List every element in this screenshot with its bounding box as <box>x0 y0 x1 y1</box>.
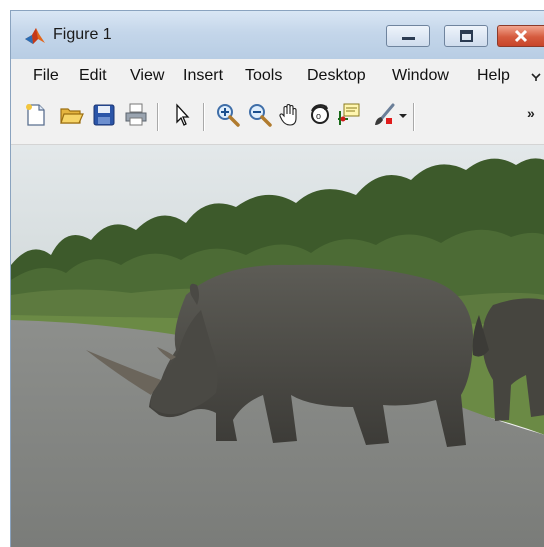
zoom-in-icon[interactable] <box>215 102 241 128</box>
open-file-icon[interactable] <box>59 102 85 128</box>
rotate-3d-icon[interactable]: o <box>307 102 333 128</box>
toolbar-separator <box>203 103 205 131</box>
figure-canvas <box>11 145 544 547</box>
menu-tools[interactable]: Tools <box>245 67 282 85</box>
matlab-icon <box>25 28 45 44</box>
brush-icon[interactable] <box>371 102 397 128</box>
close-button[interactable] <box>497 25 544 47</box>
menu-view[interactable]: View <box>130 67 164 85</box>
new-figure-icon[interactable] <box>23 102 49 128</box>
maximize-button[interactable] <box>444 25 488 47</box>
data-cursor-icon[interactable] <box>337 102 363 128</box>
menu-window[interactable]: Window <box>392 67 449 85</box>
menu-insert[interactable]: Insert <box>183 67 223 85</box>
pan-hand-icon[interactable] <box>277 102 303 128</box>
maximize-icon <box>460 30 473 42</box>
dropdown-arrow-icon[interactable] <box>397 102 409 128</box>
toolbar-overflow-icon[interactable]: » <box>527 105 535 121</box>
chevron-overflow-icon[interactable] <box>531 72 541 82</box>
menu-desktop[interactable]: Desktop <box>307 67 366 85</box>
window-title: Figure 1 <box>53 26 112 43</box>
select-arrow-icon[interactable] <box>169 102 195 128</box>
minimize-icon <box>402 37 415 40</box>
print-icon[interactable] <box>123 102 149 128</box>
save-icon[interactable] <box>91 102 117 128</box>
menu-help[interactable]: Help <box>477 67 510 85</box>
menu-edit[interactable]: Edit <box>79 67 107 85</box>
minimize-button[interactable] <box>386 25 430 47</box>
close-icon <box>514 30 528 43</box>
menu-bar: File Edit View Insert Tools Desktop Wind… <box>11 59 544 93</box>
figure-toolbar: o » <box>11 93 544 145</box>
title-bar[interactable]: Figure 1 <box>11 11 544 59</box>
figure-window: Figure 1 File Edit View Insert Tools Des… <box>10 10 544 547</box>
menu-file[interactable]: File <box>33 67 59 85</box>
rhino-photo <box>11 145 544 547</box>
menu-window-clip: Window <box>392 59 472 93</box>
toolbar-separator <box>157 103 159 131</box>
menu-desktop-clip: Desktop <box>307 59 387 93</box>
zoom-out-icon[interactable] <box>247 102 273 128</box>
svg-text:o: o <box>316 111 321 121</box>
toolbar-separator <box>413 103 415 131</box>
